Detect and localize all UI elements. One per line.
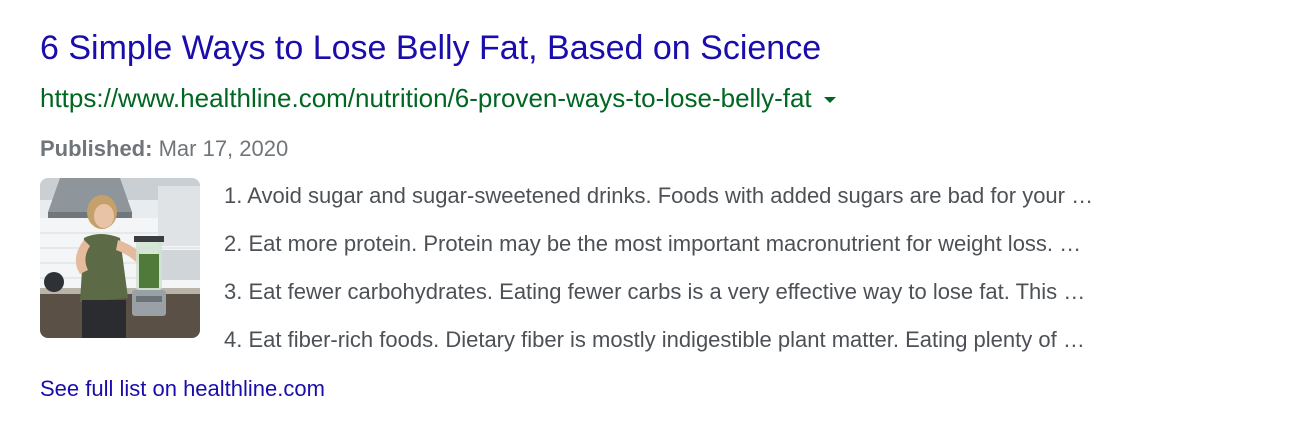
see-full-list-link[interactable]: See full list on healthline.com bbox=[40, 374, 325, 404]
list-item: 2. Eat more protein. Protein may be the … bbox=[224, 231, 1082, 256]
woman-with-blender-image bbox=[40, 178, 200, 338]
snippet-list: 1. Avoid sugar and sugar-sweetened drink… bbox=[224, 178, 1254, 370]
result-title-link[interactable]: 6 Simple Ways to Lose Belly Fat, Based o… bbox=[40, 26, 821, 70]
result-url-row: https://www.healthline.com/nutrition/6-p… bbox=[40, 80, 836, 116]
published-value: Mar 17, 2020 bbox=[158, 136, 289, 161]
list-item: 3. Eat fewer carbohydrates. Eating fewer… bbox=[224, 279, 1086, 304]
result-thumbnail[interactable] bbox=[40, 178, 200, 338]
list-item: 4. Eat fiber-rich foods. Dietary fiber i… bbox=[224, 327, 1085, 352]
result-url-link[interactable]: https://www.healthline.com/nutrition/6-p… bbox=[40, 80, 812, 116]
caret-down-icon[interactable] bbox=[823, 97, 836, 103]
published-date: Published: Mar 17, 2020 bbox=[40, 134, 288, 164]
published-label: Published: bbox=[40, 136, 153, 161]
list-item: 1. Avoid sugar and sugar-sweetened drink… bbox=[224, 183, 1094, 208]
